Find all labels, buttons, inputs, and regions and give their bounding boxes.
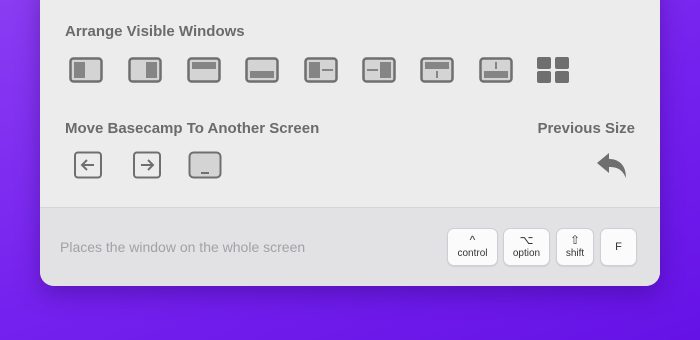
option-symbol: ⌥ [519,232,534,247]
top-right-quarter-icon[interactable] [360,55,398,85]
key-control: ^ control [447,228,498,266]
key-f: F [600,228,637,266]
control-symbol: ^ [469,232,476,247]
key-shift: ⇧ shift [556,228,594,266]
key-option: ⌥ option [503,228,550,266]
option-label: option [512,247,541,259]
previous-size-title: Previous Size [537,120,635,137]
shift-symbol: ⇧ [569,232,581,247]
arrange-title: Arrange Visible Windows [65,23,245,40]
window-manager-panel: Arrange Visible Windows Move Basecamp To… [40,0,660,286]
bottom-left-quarter-icon[interactable] [418,55,456,85]
footer-hint: Places the window on the whole screen [60,239,306,255]
right-half-icon[interactable] [126,55,164,85]
control-label: control [457,247,488,259]
shift-label: shift [565,247,585,259]
left-half-icon[interactable] [67,55,105,85]
fullscreen-icon[interactable] [186,150,224,180]
move-left-screen-icon[interactable] [69,150,107,180]
bottom-half-icon[interactable] [243,55,281,85]
top-half-icon[interactable] [185,55,223,85]
f-label: F [615,241,622,253]
undo-arrow-icon[interactable] [593,150,631,180]
move-screen-title: Move Basecamp To Another Screen [65,120,320,137]
top-left-quarter-icon[interactable] [302,55,340,85]
move-right-screen-icon[interactable] [128,150,166,180]
bottom-right-quarter-icon[interactable] [477,55,515,85]
four-grid-icon[interactable] [534,55,572,85]
footer-bar: Places the window on the whole screen ^ … [40,207,660,286]
